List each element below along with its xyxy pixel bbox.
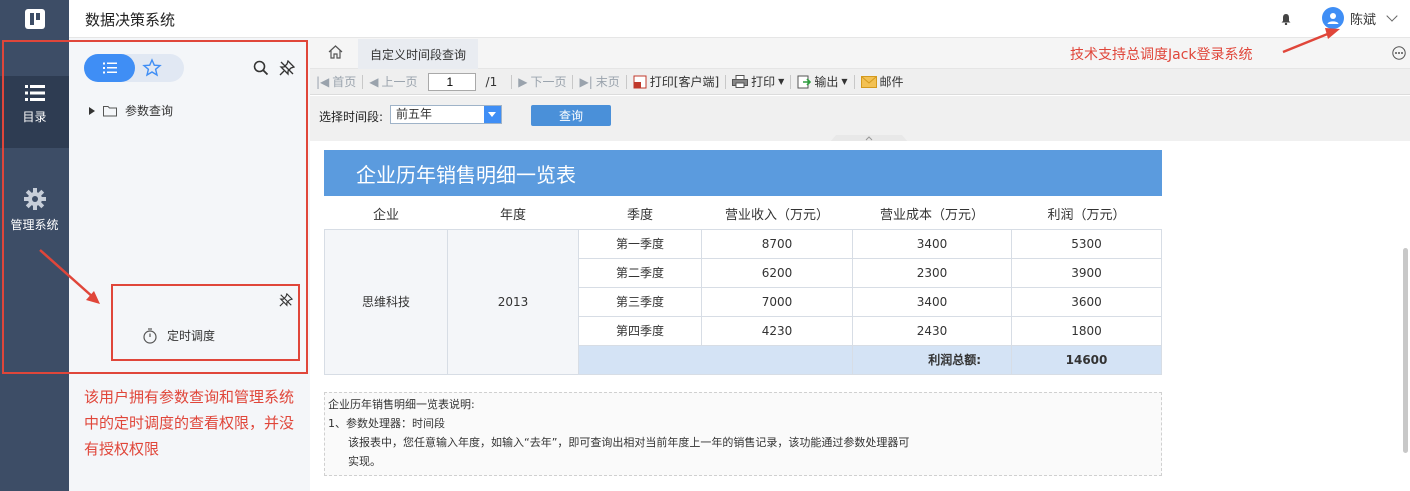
- revenue-cell: 8700: [701, 228, 853, 259]
- report-title: 企业历年销售明细一览表: [324, 150, 1162, 196]
- top-bar: 数据决策系统 陈斌: [0, 0, 1410, 38]
- export-label: 输出: [814, 75, 839, 89]
- mail-label: 邮件: [879, 75, 904, 89]
- first-page-icon: |◀: [316, 74, 330, 89]
- bell-icon[interactable]: [1280, 13, 1292, 25]
- last-page-button[interactable]: ▶| 末页: [573, 73, 625, 90]
- description-item: 1、参数处理器：时间段: [328, 417, 445, 430]
- quarter-cell: 第三季度: [578, 286, 702, 317]
- caret-down-icon: ▼: [778, 77, 785, 86]
- cost-cell: 2430: [852, 315, 1012, 346]
- main-content: 自定义时间段查询 |◀首页 ◀上一页 /1 ▶下一页 ▶|末页 打印[客户端]: [310, 38, 1410, 491]
- next-page-label: 下一页: [530, 75, 567, 89]
- report-description: 企业历年销售明细一览表说明: 1、参数处理器：时间段 该报表中，您任意输入年度，…: [324, 392, 1162, 476]
- period-label: 选择时间段:: [319, 110, 384, 124]
- quarter-cell: 第四季度: [578, 315, 702, 346]
- report-area: 企业历年销售明细一览表 企业 年度 季度 营业收入（万元） 营业成本（万元） 利…: [310, 141, 1410, 491]
- profit-cell: 1800: [1011, 315, 1162, 346]
- first-page-button[interactable]: |◀ 首页: [310, 73, 362, 90]
- cost-cell: 3400: [852, 228, 1012, 259]
- description-text: 该报表中，您任意输入年度，如输入“去年”，即可查询出相对当前年度上一年的销售记录…: [348, 436, 910, 449]
- caret-down-icon: ▼: [841, 77, 848, 86]
- print-client-label: 打印[客户端]: [649, 75, 720, 89]
- description-title: 企业历年销售明细一览表说明:: [328, 398, 475, 411]
- logo-mark: [24, 9, 45, 29]
- year-cell: 2013: [447, 228, 579, 375]
- annotation-box-schedule: [111, 284, 300, 361]
- next-page-button[interactable]: ▶ 下一页: [512, 73, 572, 90]
- annotation-note-right: 技术支持总调度Jack登录系统: [1070, 47, 1253, 63]
- description-text: 实现。: [348, 455, 381, 468]
- print-client-button[interactable]: 打印[客户端]: [627, 73, 725, 90]
- cost-cell: 2300: [852, 257, 1012, 288]
- printer-icon: [732, 75, 749, 88]
- report-toolbar: |◀首页 ◀上一页 /1 ▶下一页 ▶|末页 打印[客户端] 打印 ▼: [310, 69, 1410, 95]
- quarter-cell: 第二季度: [578, 257, 702, 288]
- user-avatar-icon: [1322, 7, 1344, 29]
- page-number-input[interactable]: [427, 72, 476, 91]
- total-label: 利润总额:: [852, 344, 1012, 375]
- table-row: 思维科技 2013 第一季度 8700 3400 5300: [324, 228, 1162, 375]
- home-icon[interactable]: [328, 45, 343, 59]
- period-select-value: 前五年: [396, 107, 433, 121]
- table-header-row: 企业 年度 季度 营业收入（万元） 营业成本（万元） 利润（万元）: [325, 199, 1162, 229]
- profit-cell: 3600: [1011, 286, 1162, 317]
- header-company: 企业: [372, 208, 399, 224]
- app-root: 数据决策系统 陈斌 目录 管理系统 参数查询 定时调度 自定义时间段查询 |◀ …: [0, 0, 1410, 491]
- prev-page-button[interactable]: ◀ 上一页: [363, 73, 423, 90]
- prev-page-icon: ◀: [369, 74, 379, 89]
- page-total: /1: [485, 74, 498, 89]
- app-logo[interactable]: [0, 0, 69, 38]
- more-options-icon[interactable]: [1392, 46, 1406, 60]
- mail-button[interactable]: 邮件: [855, 73, 910, 90]
- total-value: 14600: [1011, 344, 1162, 375]
- next-page-icon: ▶: [518, 74, 528, 89]
- revenue-cell: 6200: [701, 257, 853, 288]
- profit-cell: 3900: [1011, 257, 1162, 288]
- header-cost: 营业成本（万元）: [879, 208, 984, 224]
- header-year: 年度: [499, 208, 526, 224]
- cost-cell: 3400: [852, 286, 1012, 317]
- quarter-cell: 第一季度: [578, 228, 702, 259]
- last-page-label: 末页: [595, 75, 620, 89]
- print-label: 打印: [751, 75, 776, 89]
- company-cell: 思维科技: [324, 228, 448, 375]
- user-menu[interactable]: 陈斌: [1322, 7, 1398, 29]
- export-button[interactable]: 输出 ▼: [791, 73, 853, 90]
- export-icon: [797, 75, 812, 88]
- profit-cell: 5300: [1011, 228, 1162, 259]
- header-profit: 利润（万元）: [1047, 208, 1126, 224]
- mail-icon: [860, 75, 877, 88]
- print-button[interactable]: 打印 ▼: [726, 73, 790, 90]
- header-quarter: 季度: [626, 208, 653, 224]
- total-spacer-cell: [578, 344, 853, 375]
- user-name: 陈斌: [1350, 12, 1377, 28]
- dropdown-arrow-icon[interactable]: [484, 106, 501, 123]
- pdf-print-icon: [633, 75, 647, 88]
- sales-table: 企业 年度 季度 营业收入（万元） 营业成本（万元） 利润（万元） 思维科技 2…: [324, 199, 1162, 375]
- vertical-scrollbar[interactable]: [1403, 248, 1408, 453]
- chevron-down-icon: [1386, 10, 1398, 22]
- prev-page-label: 上一页: [381, 75, 418, 89]
- header-revenue: 营业收入（万元）: [724, 208, 829, 224]
- last-page-icon: ▶|: [579, 74, 593, 89]
- period-select[interactable]: 前五年: [390, 105, 502, 124]
- annotation-note-left: 该用户拥有参数查询和管理系统中的定时调度的查看权限，并没有授权权限: [84, 388, 295, 458]
- app-title: 数据决策系统: [85, 11, 176, 29]
- query-button[interactable]: 查询: [531, 105, 611, 126]
- revenue-cell: 4230: [701, 315, 853, 346]
- first-page-label: 首页: [332, 75, 357, 89]
- tab-custom-period-query[interactable]: 自定义时间段查询: [358, 39, 478, 69]
- revenue-cell: 7000: [701, 286, 853, 317]
